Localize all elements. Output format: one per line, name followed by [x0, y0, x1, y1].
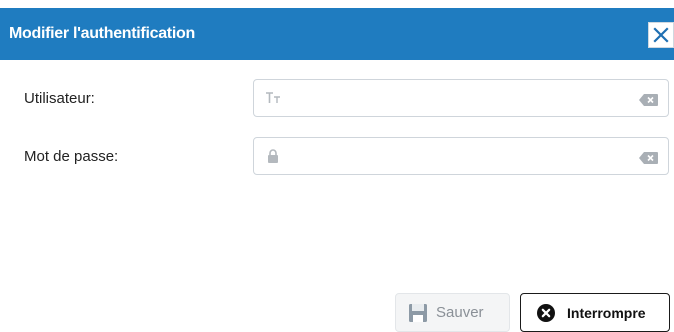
close-icon [653, 27, 669, 43]
abort-button[interactable]: Interrompre [520, 293, 670, 332]
save-button[interactable]: Sauver [395, 293, 510, 332]
abort-label: Interrompre [567, 304, 646, 321]
save-label: Sauver [436, 304, 484, 321]
username-input[interactable] [288, 84, 632, 114]
username-label: Utilisateur: [24, 90, 95, 107]
username-field[interactable] [253, 79, 669, 117]
dialog-title: Modifier l'authentification [9, 25, 195, 42]
text-type-icon [265, 89, 281, 107]
clear-input-icon[interactable] [639, 151, 658, 164]
edit-authentication-dialog: Modifier l'authentification Utilisateur:… [0, 0, 674, 332]
floppy-disk-icon [409, 303, 427, 322]
dialog-titlebar: Modifier l'authentification [0, 8, 674, 60]
cancel-circle-icon [537, 303, 555, 322]
password-label: Mot de passe: [24, 148, 119, 165]
password-input[interactable] [288, 142, 632, 172]
lock-icon [265, 147, 281, 165]
password-field[interactable] [253, 137, 669, 175]
close-button[interactable] [648, 22, 674, 48]
clear-input-icon[interactable] [639, 93, 658, 106]
